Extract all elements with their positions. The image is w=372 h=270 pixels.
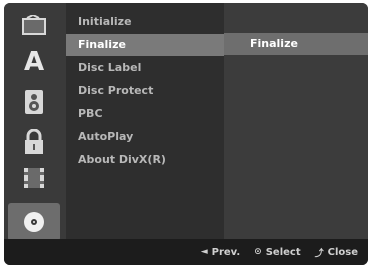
language-icon-glyph: A xyxy=(23,47,45,77)
prev-hint[interactable]: ◄ Prev. xyxy=(201,247,240,258)
prev-label: Prev. xyxy=(211,246,241,258)
setup-menu-screen: A Initialize Finalize Disc Label Disc Pr… xyxy=(4,3,368,265)
menu-item-about-divx[interactable]: About DivX(R) xyxy=(66,149,224,171)
select-hint[interactable]: ⊙ Select xyxy=(254,247,300,258)
disc-icon[interactable] xyxy=(8,203,60,241)
audio-icon[interactable] xyxy=(12,87,56,117)
menu-item-finalize[interactable]: Finalize xyxy=(66,34,224,56)
recording-icon[interactable] xyxy=(12,163,56,193)
select-label: Select xyxy=(265,246,301,258)
close-label: Close xyxy=(327,246,358,258)
disc-settings-menu: Initialize Finalize Disc Label Disc Prot… xyxy=(66,3,224,239)
language-icon[interactable]: A xyxy=(12,47,56,77)
category-icon-column: A xyxy=(4,3,66,241)
option-finalize[interactable]: Finalize xyxy=(224,33,368,55)
return-icon: ⤴ xyxy=(314,248,324,259)
close-hint[interactable]: ⤴ Close xyxy=(315,246,358,259)
option-panel: Finalize xyxy=(224,3,368,239)
menu-item-disc-protect[interactable]: Disc Protect xyxy=(66,80,224,102)
movie-icon[interactable] xyxy=(12,11,56,41)
enter-icon: ⊙ xyxy=(254,247,262,257)
menu-item-initialize[interactable]: Initialize xyxy=(66,11,224,33)
menu-item-disc-label[interactable]: Disc Label xyxy=(66,57,224,79)
lock-icon[interactable] xyxy=(12,127,56,157)
menu-item-pbc[interactable]: PBC xyxy=(66,103,224,125)
left-arrow-icon: ◄ xyxy=(200,247,208,257)
navigation-hint-bar: ◄ Prev. ⊙ Select ⤴ Close xyxy=(4,239,368,265)
menu-item-autoplay[interactable]: AutoPlay xyxy=(66,126,224,148)
